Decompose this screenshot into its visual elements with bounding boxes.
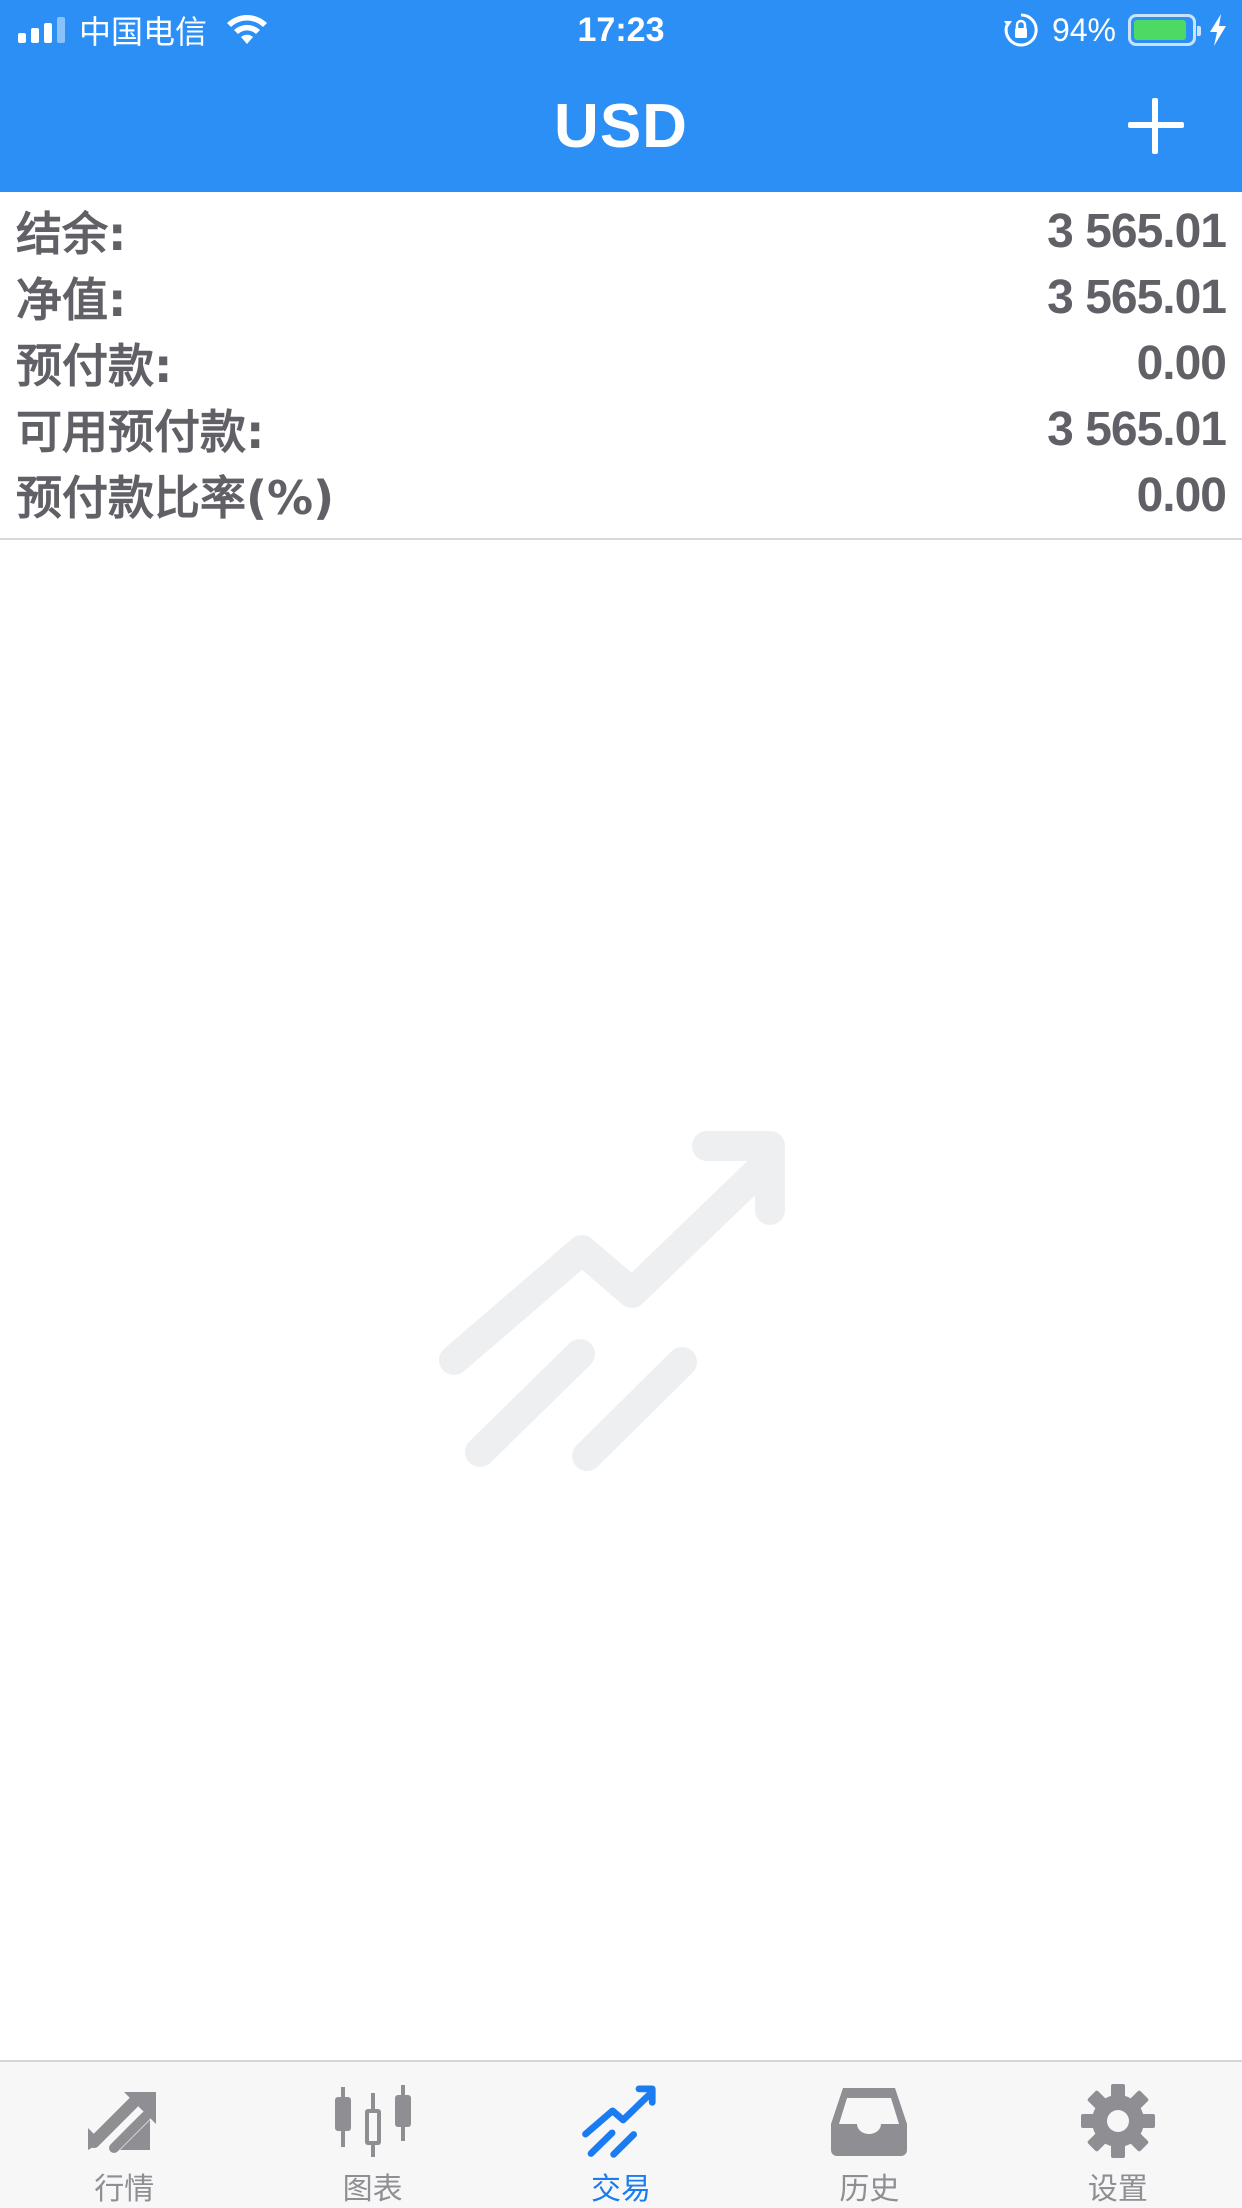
margin-label: 预付款: bbox=[16, 339, 173, 393]
tab-trade-label: 交易 bbox=[591, 2172, 652, 2207]
add-plus-icon[interactable] bbox=[1120, 90, 1192, 162]
battery-icon bbox=[1128, 14, 1201, 46]
trade-icon bbox=[582, 2085, 656, 2158]
tab-quotes-label: 行情 bbox=[94, 2172, 155, 2207]
margin-level-value: 0.00 bbox=[1136, 468, 1227, 522]
tab-charts[interactable]: 图表 bbox=[248, 2062, 496, 2208]
tab-history[interactable]: 历史 bbox=[745, 2062, 993, 2208]
tab-settings[interactable]: 设置 bbox=[994, 2062, 1242, 2208]
balance-row: 结余: 3 565.01 bbox=[0, 198, 1242, 264]
tab-trade[interactable]: 交易 bbox=[497, 2062, 745, 2208]
free-margin-value: 3 565.01 bbox=[1047, 402, 1227, 456]
margin-level-label: 预付款比率(%) bbox=[16, 471, 335, 525]
rotation-lock-icon bbox=[1003, 13, 1038, 47]
tab-charts-label: 图表 bbox=[342, 2172, 403, 2207]
inbox-history-icon bbox=[831, 2088, 908, 2156]
quotes-icon bbox=[88, 2092, 157, 2153]
charging-bolt-icon bbox=[1210, 14, 1226, 46]
balance-label: 结余: bbox=[16, 207, 127, 261]
page-title: USD bbox=[554, 91, 688, 161]
equity-value: 3 565.01 bbox=[1047, 270, 1227, 324]
account-summary: 结余: 3 565.01 净值: 3 565.01 预付款: 0.00 可用预付… bbox=[0, 192, 1242, 540]
margin-row: 预付款: 0.00 bbox=[0, 330, 1242, 396]
status-bar: 中国电信 17:23 94% bbox=[0, 0, 1242, 60]
margin-level-row: 预付款比率(%) 0.00 bbox=[0, 462, 1242, 528]
gear-icon bbox=[1080, 2084, 1155, 2158]
battery-percent: 94% bbox=[1051, 11, 1116, 48]
tab-quotes[interactable]: 行情 bbox=[0, 2062, 248, 2208]
equity-row: 净值: 3 565.01 bbox=[0, 264, 1242, 330]
margin-value: 0.00 bbox=[1136, 336, 1227, 390]
free-margin-row: 可用预付款: 3 565.01 bbox=[0, 396, 1242, 462]
tab-history-label: 历史 bbox=[839, 2172, 900, 2207]
screen: 中国电信 17:23 94% USD 结余: 3 565.01 净值: 3 56… bbox=[0, 0, 1242, 2208]
candlestick-chart-icon bbox=[334, 2085, 411, 2157]
tab-bar: 行情 图表 交易 历史 设置 bbox=[0, 2060, 1242, 2208]
tab-settings-label: 设置 bbox=[1087, 2172, 1148, 2207]
balance-value: 3 565.01 bbox=[1047, 204, 1227, 258]
trade-arrow-icon bbox=[439, 1131, 785, 1471]
free-margin-label: 可用预付款: bbox=[16, 405, 265, 459]
nav-bar: USD bbox=[0, 60, 1242, 192]
equity-label: 净值: bbox=[16, 273, 127, 327]
